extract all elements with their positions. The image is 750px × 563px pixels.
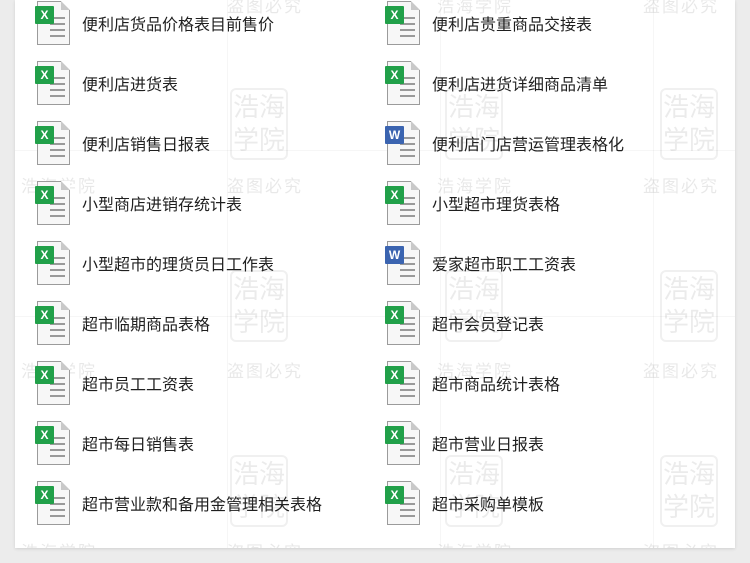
excel-file-icon: X	[35, 421, 71, 465]
excel-file-icon: X	[35, 361, 71, 405]
watermark-seal: 浩海 学院	[230, 88, 288, 160]
file-item[interactable]: X 超市每日销售表	[35, 418, 194, 468]
file-item[interactable]: X 超市员工工资表	[35, 358, 194, 408]
file-item[interactable]: X 便利店销售日报表	[35, 118, 210, 168]
file-name: 便利店进货详细商品清单	[432, 75, 609, 94]
excel-file-icon: X	[35, 181, 71, 225]
excel-file-icon: X	[35, 241, 71, 285]
excel-file-icon: X	[385, 301, 421, 345]
watermark-site: 浩海学院	[437, 538, 513, 548]
file-name: 超市营业款和备用金管理相关表格	[82, 495, 323, 514]
watermark-seal: 浩海 学院	[660, 455, 718, 527]
file-name: 小型超市的理货员日工作表	[82, 255, 275, 274]
watermark-seal: 浩海 学院	[660, 88, 718, 160]
file-name: 超市商品统计表格	[432, 375, 561, 394]
file-name: 便利店货品价格表目前售价	[82, 15, 275, 34]
excel-file-icon: X	[385, 481, 421, 525]
watermark-divider	[653, 0, 654, 548]
watermark-warning: 盗图必究	[227, 362, 303, 382]
word-file-icon: W	[385, 241, 421, 285]
watermark-warning: 盗图必究	[643, 0, 719, 17]
watermark-warning: 盗图必究	[227, 538, 303, 548]
watermark-warning: 盗图必究	[643, 362, 719, 382]
excel-file-icon: X	[35, 1, 71, 45]
excel-file-icon: X	[35, 61, 71, 105]
watermark-seal: 浩海 学院	[660, 270, 718, 342]
file-name: 小型商店进销存统计表	[82, 195, 243, 214]
excel-file-icon: X	[385, 1, 421, 45]
file-name: 超市营业日报表	[432, 435, 545, 454]
excel-file-icon: X	[35, 481, 71, 525]
file-item[interactable]: X 小型商店进销存统计表	[35, 178, 242, 228]
file-item[interactable]: X 超市会员登记表	[385, 298, 544, 348]
file-item[interactable]: X 便利店进货表	[35, 58, 178, 108]
excel-file-icon: X	[35, 121, 71, 165]
file-item[interactable]: X 便利店进货详细商品清单	[385, 58, 608, 108]
file-item[interactable]: W 爱家超市职工工资表	[385, 238, 576, 288]
file-list-panel: 浩海 学院 浩海 学院 浩海 学院 浩海 学院 浩海 学院 浩海 学院 浩海 学院 浩海 学院 …	[15, 0, 735, 548]
file-item[interactable]: X 小型超市理货表格	[385, 178, 560, 228]
file-name: 便利店进货表	[82, 75, 179, 94]
file-name: 超市采购单模板	[432, 495, 545, 514]
file-name: 爱家超市职工工资表	[432, 255, 577, 274]
file-name: 便利店门店营运管理表格化	[432, 135, 625, 154]
file-name: 小型超市理货表格	[432, 195, 561, 214]
file-item[interactable]: X 超市商品统计表格	[385, 358, 560, 408]
file-item[interactable]: X 小型超市的理货员日工作表	[35, 238, 274, 288]
watermark-warning: 盗图必究	[643, 177, 719, 197]
file-item[interactable]: X 超市营业日报表	[385, 418, 544, 468]
file-name: 超市临期商品表格	[82, 315, 211, 334]
file-item[interactable]: X 超市采购单模板	[385, 478, 544, 528]
file-item[interactable]: W 便利店门店营运管理表格化	[385, 118, 624, 168]
file-item[interactable]: X 便利店货品价格表目前售价	[35, 0, 274, 48]
file-item[interactable]: X 超市营业款和备用金管理相关表格	[35, 478, 322, 528]
file-item[interactable]: X 便利店贵重商品交接表	[385, 0, 592, 48]
excel-file-icon: X	[385, 421, 421, 465]
excel-file-icon: X	[385, 361, 421, 405]
excel-file-icon: X	[385, 61, 421, 105]
file-name: 超市每日销售表	[82, 435, 195, 454]
excel-file-icon: X	[35, 301, 71, 345]
file-item[interactable]: X 超市临期商品表格	[35, 298, 210, 348]
watermark-warning: 盗图必究	[643, 538, 719, 548]
watermark-site: 浩海学院	[21, 538, 97, 548]
file-name: 便利店贵重商品交接表	[432, 15, 593, 34]
file-name: 便利店销售日报表	[82, 135, 211, 154]
file-name: 超市员工工资表	[82, 375, 195, 394]
file-name: 超市会员登记表	[432, 315, 545, 334]
word-file-icon: W	[385, 121, 421, 165]
excel-file-icon: X	[385, 181, 421, 225]
